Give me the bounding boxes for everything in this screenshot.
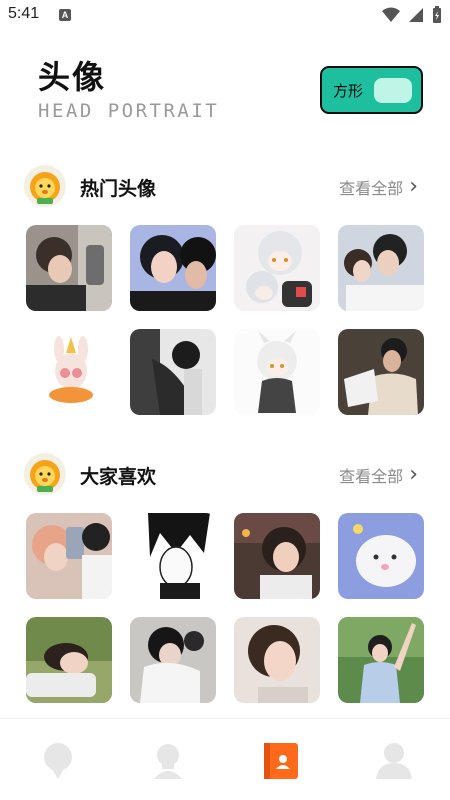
avatar-tile[interactable] bbox=[338, 225, 424, 311]
bottom-tab-bar bbox=[0, 718, 450, 800]
status-bar: 5:41 A bbox=[0, 0, 450, 30]
battery-icon bbox=[433, 6, 441, 23]
avatar-tile[interactable] bbox=[234, 513, 320, 599]
avatar-tile[interactable] bbox=[234, 225, 320, 311]
status-icons bbox=[382, 6, 442, 24]
avatar-tile[interactable] bbox=[338, 617, 424, 703]
chevron-right-icon: › bbox=[409, 174, 418, 199]
person-icon bbox=[376, 743, 412, 779]
avatar-tile[interactable] bbox=[130, 513, 216, 599]
avatar-tile[interactable] bbox=[130, 329, 216, 415]
avatar-tile[interactable] bbox=[26, 225, 112, 311]
view-all-link[interactable]: 查看全部 › bbox=[339, 463, 418, 487]
section-title: 大家喜欢 bbox=[80, 466, 157, 488]
section-hot-header: 热门头像 查看全部 › bbox=[24, 165, 424, 209]
avatar-tile[interactable] bbox=[338, 513, 424, 599]
view-all-label: 查看全部 bbox=[339, 467, 404, 486]
lion-mascot-icon bbox=[24, 453, 66, 495]
wifi-icon bbox=[382, 7, 400, 22]
tab-discover[interactable] bbox=[148, 741, 188, 781]
tab-profile[interactable] bbox=[374, 741, 414, 781]
shape-toggle-button[interactable]: 方形 bbox=[320, 66, 423, 114]
avatar-tile[interactable] bbox=[338, 329, 424, 415]
avatar-tile[interactable] bbox=[234, 329, 320, 415]
avatar-tile[interactable] bbox=[234, 617, 320, 703]
bust-icon bbox=[154, 744, 182, 779]
avatar-card-icon bbox=[264, 743, 298, 779]
avatar-tile[interactable] bbox=[26, 329, 112, 415]
avatar-tile[interactable] bbox=[26, 617, 112, 703]
lion-mascot-icon bbox=[24, 165, 66, 207]
signal-icon bbox=[409, 8, 423, 22]
ice-cream-icon bbox=[44, 743, 72, 779]
tab-avatar[interactable] bbox=[262, 741, 302, 781]
status-time: 5:41 bbox=[8, 5, 40, 22]
view-all-link[interactable]: 查看全部 › bbox=[339, 175, 418, 199]
chevron-right-icon: › bbox=[409, 462, 418, 487]
notification-icon: A bbox=[59, 9, 71, 21]
tab-home[interactable] bbox=[38, 741, 78, 781]
section-title: 热门头像 bbox=[80, 178, 157, 200]
shape-toggle-knob[interactable] bbox=[374, 78, 412, 103]
shape-toggle-label: 方形 bbox=[333, 82, 364, 100]
avatar-tile[interactable] bbox=[130, 225, 216, 311]
section-liked-header: 大家喜欢 查看全部 › bbox=[24, 453, 424, 497]
avatar-tile[interactable] bbox=[130, 617, 216, 703]
view-all-label: 查看全部 bbox=[339, 179, 404, 198]
page-title: 头像 bbox=[38, 58, 107, 96]
avatar-tile[interactable] bbox=[26, 513, 112, 599]
page-subtitle: HEAD PORTRAIT bbox=[38, 100, 220, 122]
